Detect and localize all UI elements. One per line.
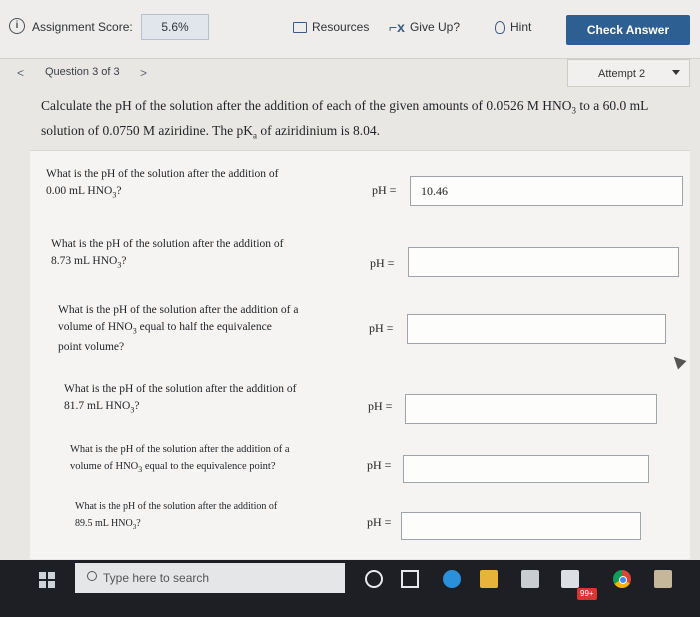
next-question-icon[interactable]: >: [140, 66, 147, 80]
store-icon[interactable]: [521, 570, 539, 588]
give-up-label: Give Up?: [409, 20, 460, 34]
part-4-question: What is the pH of the solution after the…: [64, 383, 297, 415]
part-2-question: What is the pH of the solution after the…: [51, 238, 284, 270]
part-1-question: What is the pH of the solution after the…: [46, 168, 279, 200]
screen: i Assignment Score: 5.6% Resources ⌐x Gi…: [0, 0, 700, 560]
part-6-ph-label: pH =: [367, 515, 392, 529]
previous-question-icon[interactable]: <: [17, 66, 24, 80]
info-icon[interactable]: i: [9, 18, 25, 34]
give-up-icon: ⌐x: [389, 19, 405, 35]
score-value: 5.6%: [141, 14, 209, 40]
score-label: Assignment Score:: [32, 20, 133, 34]
question-counter: Question 3 of 3: [45, 66, 120, 78]
part-5-question: What is the pH of the solution after the…: [70, 444, 290, 475]
part-6-ph-input[interactable]: [401, 512, 641, 540]
search-icon: [87, 571, 97, 581]
hint-label: Hint: [510, 20, 532, 34]
part-1-ph-input[interactable]: 10.46: [410, 176, 683, 206]
part-6-question: What is the pH of the solution after the…: [75, 501, 278, 531]
hint-icon: [495, 20, 505, 34]
cortana-icon[interactable]: [365, 570, 383, 588]
part-1-ph-label: pH =: [372, 183, 397, 197]
give-up-button[interactable]: ⌐x Give Up?: [389, 20, 460, 34]
attempt-dropdown[interactable]: Attempt 2: [567, 59, 690, 87]
mail-icon[interactable]: [561, 570, 579, 588]
taskbar-search-placeholder: Type here to search: [103, 571, 210, 585]
mail-badge: 99+: [577, 588, 597, 600]
chevron-down-icon: [672, 70, 680, 75]
part-3-ph-input[interactable]: [407, 314, 666, 344]
part-5-ph-input[interactable]: [403, 455, 649, 483]
part-2-ph-input[interactable]: [408, 247, 679, 277]
resources-label: Resources: [312, 20, 370, 34]
photos-icon[interactable]: [654, 570, 672, 588]
chrome-center: [619, 576, 627, 584]
file-explorer-icon[interactable]: [480, 570, 498, 588]
part-3-ph-label: pH =: [369, 321, 394, 335]
hint-button[interactable]: Hint: [495, 20, 531, 34]
edge-browser-icon[interactable]: [443, 570, 461, 588]
problem-statement: Calculate the pH of the solution after t…: [41, 98, 648, 141]
attempt-label: Attempt 2: [598, 68, 646, 80]
part-3-question: What is the pH of the solution after the…: [58, 304, 299, 354]
part-2-ph-label: pH =: [370, 256, 395, 270]
part-4-ph-label: pH =: [368, 399, 393, 413]
resources-button[interactable]: Resources: [293, 20, 369, 34]
check-answer-button[interactable]: Check Answer: [566, 15, 690, 45]
top-toolbar: i Assignment Score: 5.6% Resources ⌐x Gi…: [0, 0, 700, 59]
part-5-ph-label: pH =: [367, 458, 392, 472]
task-view-icon[interactable]: [401, 570, 419, 588]
taskbar-search[interactable]: Type here to search: [75, 563, 345, 593]
part-4-ph-input[interactable]: [405, 394, 657, 424]
resources-icon: [293, 21, 307, 33]
windows-start-icon[interactable]: [39, 572, 55, 588]
